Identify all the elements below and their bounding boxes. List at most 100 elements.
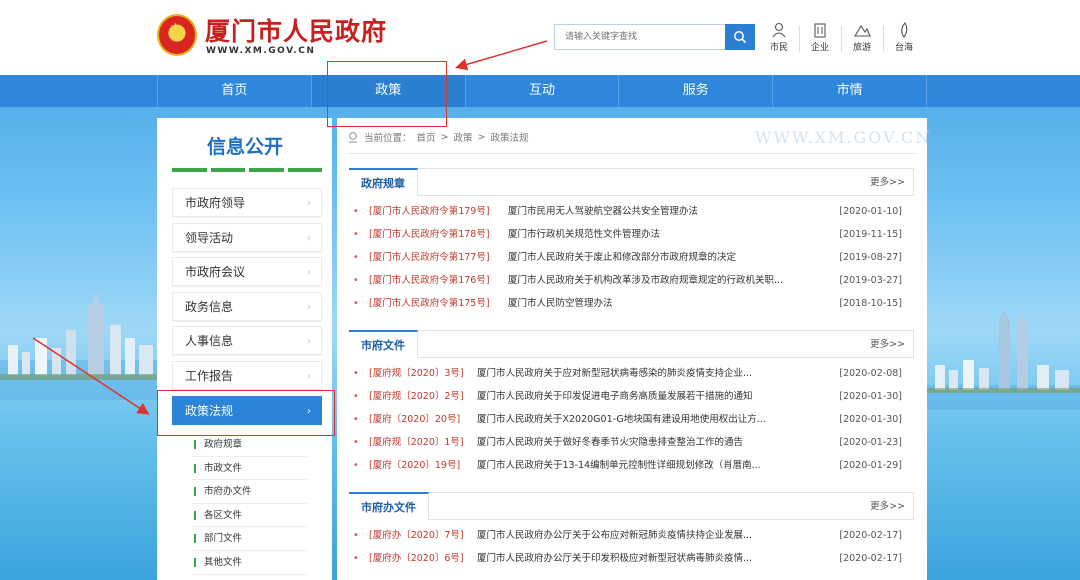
sidebar-item-work-report[interactable]: 工作报告 › <box>172 360 322 390</box>
list-item[interactable]: • [厦门市人民政府令第175号] 厦门市人民防空管理办法 [2018-10-15] <box>349 292 914 315</box>
doc-title[interactable]: 厦门市人民政府关于13-14编制单元控制性详细规划修改（肖厝南... <box>477 454 761 477</box>
doc-title[interactable]: 厦门市人民政府关于X2020G01-G地块国有建设用地使用权出让方... <box>477 408 766 431</box>
bullet-icon: • <box>353 530 359 541</box>
chevron-right-icon: › <box>307 232 311 244</box>
doc-number: [厦门市人民政府令第177号] <box>369 252 490 263</box>
doc-number: [厦府办〔2020〕7号] <box>369 530 464 541</box>
list-item[interactable]: • [厦门市人民政府令第176号] 厦门市人民政府关于机构改革涉及市政府规章规定的行… <box>349 269 914 292</box>
list-item[interactable]: • [厦府办〔2020〕7号] 厦门市人民政府办公厅关于公布应对新冠肺炎疫情扶持企业… <box>349 524 914 547</box>
bullet-icon: • <box>353 298 359 309</box>
chevron-right-icon: › <box>307 198 311 209</box>
sidebar-item-gov-info[interactable]: 政务信息 › <box>172 291 322 321</box>
main-nav: 首页 政策 互动 服务 市情 <box>0 75 1080 107</box>
sidebar-item-leader-activities[interactable]: 领导活动 › <box>172 222 322 252</box>
city-skyline-right <box>927 310 1080 410</box>
doc-date: [2018-10-15] <box>839 298 902 309</box>
doc-number: [厦门市人民政府令第179号] <box>369 206 490 217</box>
section-tab[interactable]: 市府办文件 <box>349 492 429 520</box>
doc-title[interactable]: 厦门市人民政府关于废止和修改部分市政府规章的决定 <box>508 246 736 269</box>
list-item[interactable]: • [厦门市人民政府令第177号] 厦门市人民政府关于废止和修改部分市政府规章的决定… <box>349 246 914 269</box>
list-item[interactable]: • [厦府规〔2020〕3号] 厦门市人民政府关于应对新型冠状病毒感染的肺炎疫情支持… <box>349 362 914 385</box>
bullet-icon: • <box>353 414 359 425</box>
submenu-item-gov-rules[interactable]: 政府规章 <box>192 433 307 457</box>
site-title[interactable]: 厦门市人民政府 <box>205 12 387 48</box>
building-icon <box>814 23 826 38</box>
sidebar-title: 信息公开 <box>207 136 284 158</box>
content-panel: 当前位置： 首页 > 政策 > 政策法规 政府规章 更多>> • [厦门市人民政府… <box>337 118 927 580</box>
search-input[interactable] <box>554 24 726 50</box>
list-item[interactable]: • [厦府办〔2020〕6号] 厦门市人民政府办公厅关于印发积极应对新型冠状病毒肺炎… <box>349 547 914 570</box>
doc-number: [厦府〔2020〕19号] <box>369 460 461 471</box>
doc-title[interactable]: 厦门市人民防空管理办法 <box>508 292 613 315</box>
doc-number: [厦门市人民政府令第175号] <box>369 298 490 309</box>
annotation-box-policy-nav <box>327 61 447 127</box>
doc-title[interactable]: 厦门市民用无人驾驶航空器公共安全管理办法 <box>508 200 698 223</box>
quick-link-taihai[interactable]: 台海 <box>885 22 923 53</box>
more-link[interactable]: 更多>> <box>870 331 905 358</box>
doc-date: [2020-01-23] <box>839 437 902 448</box>
doc-title[interactable]: 厦门市行政机关规范性文件管理办法 <box>508 223 660 246</box>
search-button[interactable] <box>725 24 755 50</box>
sidebar-item-meetings[interactable]: 市政府会议 › <box>172 257 322 287</box>
breadcrumb-home[interactable]: 首页 <box>417 130 436 144</box>
doc-title[interactable]: 厦门市人民政府关于做好冬春季节火灾隐患排查整治工作的通告 <box>477 431 743 454</box>
list-item[interactable]: • [厦府规〔2020〕1号] 厦门市人民政府关于做好冬春季节火灾隐患排查整治工作的… <box>349 431 914 454</box>
bullet-icon: • <box>353 229 359 240</box>
submenu-item-district-docs[interactable]: 各区文件 <box>192 504 307 528</box>
breadcrumb-policies[interactable]: 政策法规 <box>490 130 528 144</box>
doc-date: [2020-02-17] <box>839 530 902 541</box>
more-link[interactable]: 更多>> <box>870 169 905 196</box>
list-item[interactable]: • [厦府〔2020〕20号] 厦门市人民政府关于X2020G01-G地块国有建设用… <box>349 408 914 431</box>
breadcrumb-policy[interactable]: 政策 <box>454 130 473 144</box>
bullet-icon: • <box>353 437 359 448</box>
bullet-icon: • <box>353 275 359 286</box>
doc-title[interactable]: 厦门市人民政府关于机构改革涉及市政府规章规定的行政机关职... <box>508 269 783 292</box>
quick-link-label: 企业 <box>810 43 829 53</box>
sidebar-item-label: 市政府领导 <box>185 196 246 210</box>
list-item[interactable]: • [厦府〔2020〕19号] 厦门市人民政府关于13-14编制单元控制性详细规划修… <box>349 454 914 477</box>
sidebar-item-label: 领导活动 <box>185 230 234 245</box>
bullet-icon: • <box>353 391 359 402</box>
doc-title[interactable]: 厦门市人民政府关于应对新型冠状病毒感染的肺炎疫情支持企业... <box>477 362 752 385</box>
doc-date: [2019-08-27] <box>839 252 902 263</box>
submenu-item-other-docs[interactable]: 其他文件 <box>192 551 307 575</box>
sidebar-item-label: 人事信息 <box>185 334 234 349</box>
quick-link-label: 台海 <box>894 43 913 53</box>
quick-link-enterprise[interactable]: 企业 <box>801 22 839 53</box>
doc-number: [厦门市人民政府令第176号] <box>369 275 490 286</box>
doc-date: [2020-02-17] <box>839 553 902 564</box>
sidebar-item-leaders[interactable]: 市政府领导 › <box>172 188 322 217</box>
submenu-item-dept-docs[interactable]: 部门文件 <box>192 527 307 551</box>
list-item[interactable]: • [厦门市人民政府令第179号] 厦门市民用无人驾驶航空器公共安全管理办法 [202… <box>349 200 914 223</box>
location-pin-icon <box>349 132 357 143</box>
bullet-icon: • <box>353 252 359 263</box>
national-emblem-icon: ★ <box>157 14 197 56</box>
nav-item-home[interactable]: 首页 <box>157 75 311 107</box>
list-item[interactable]: • [厦门市人民政府令第178号] 厦门市行政机关规范性文件管理办法 [2019-11… <box>349 223 914 246</box>
breadcrumb-separator: > <box>440 131 449 143</box>
submenu-item-office-docs[interactable]: 市府办文件 <box>192 480 307 504</box>
doc-title[interactable]: 厦门市人民政府办公厅关于印发积极应对新型冠状病毒肺炎疫情... <box>477 547 752 570</box>
doc-date: [2019-11-15] <box>839 229 902 240</box>
more-link[interactable]: 更多>> <box>870 493 905 520</box>
submenu-item-city-docs[interactable]: 市政文件 <box>192 457 307 481</box>
doc-date: [2020-01-10] <box>839 206 902 217</box>
sidebar-item-personnel[interactable]: 人事信息 › <box>172 326 322 356</box>
doc-title[interactable]: 厦门市人民政府关于印发促进电子商务高质量发展若干措施的通知 <box>477 385 753 408</box>
sidebar: 信息公开 市政府领导 › 领导活动 › 市政府会议 › 政务信息 › 人事信息 › 工作报… <box>157 118 332 580</box>
divider <box>841 26 842 52</box>
nav-item-city-info[interactable]: 市情 <box>772 75 927 107</box>
list-item[interactable]: • [厦府规〔2020〕2号] 厦门市人民政府关于印发促进电子商务高质量发展若干措施… <box>349 385 914 408</box>
breadcrumb: 当前位置： 首页 > 政策 > 政策法规 <box>347 130 529 144</box>
section-tab[interactable]: 市府文件 <box>349 330 418 358</box>
section-tab[interactable]: 政府规章 <box>349 168 418 196</box>
leaf-icon <box>901 22 908 38</box>
quick-link-citizen[interactable]: 市民 <box>760 22 798 53</box>
quick-link-travel[interactable]: 旅游 <box>843 22 881 53</box>
section-office-docs: 市府办文件 更多>> • [厦府办〔2020〕7号] 厦门市人民政府办公厅关于公布应… <box>349 492 914 570</box>
nav-item-service[interactable]: 服务 <box>618 75 772 107</box>
travel-icon <box>854 24 871 37</box>
nav-item-interaction[interactable]: 互动 <box>464 75 619 107</box>
doc-title[interactable]: 厦门市人民政府办公厅关于公布应对新冠肺炎疫情扶持企业发展... <box>477 524 752 547</box>
sidebar-item-label: 政务信息 <box>185 299 234 314</box>
